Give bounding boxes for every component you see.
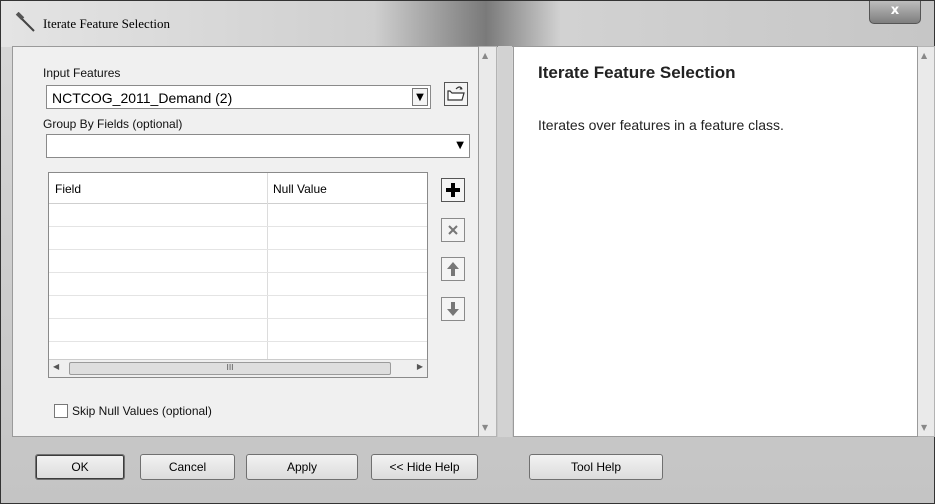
move-up-button[interactable] <box>441 257 465 281</box>
parameters-pane: Input Features NCTCOG_2011_Demand (2) ▼ … <box>12 46 479 437</box>
skip-null-label: Skip Null Values (optional) <box>72 404 212 418</box>
skip-null-checkbox[interactable] <box>54 404 68 418</box>
table-row <box>49 249 427 250</box>
chevron-down-icon[interactable]: ▼ <box>412 88 428 106</box>
input-features-label: Input Features <box>43 66 121 80</box>
table-row <box>49 318 427 319</box>
cancel-button[interactable]: Cancel <box>140 454 235 480</box>
input-features-combo[interactable]: NCTCOG_2011_Demand (2) ▼ <box>46 85 431 109</box>
left-vertical-scrollbar[interactable]: ▲ ▼ <box>479 46 497 437</box>
input-features-value: NCTCOG_2011_Demand (2) <box>52 90 233 106</box>
right-vertical-scrollbar[interactable]: ▲ ▼ <box>918 46 935 437</box>
help-title: Iterate Feature Selection <box>538 63 736 82</box>
scroll-down-icon[interactable]: ▼ <box>921 423 927 432</box>
apply-button[interactable]: Apply <box>246 454 358 480</box>
ok-button[interactable]: OK <box>35 454 125 480</box>
tool-help-button[interactable]: Tool Help <box>529 454 663 480</box>
title-bar: Iterate Feature Selection x <box>1 1 934 47</box>
scroll-up-icon[interactable]: ▲ <box>482 51 488 60</box>
field-table[interactable]: Field Null Value ◀ III ▶ <box>48 172 428 378</box>
add-button[interactable] <box>441 178 465 202</box>
move-down-button[interactable] <box>441 297 465 321</box>
group-by-combo[interactable]: ▼ <box>46 134 470 158</box>
hammer-icon <box>15 12 35 32</box>
scroll-right-icon[interactable]: ▶ <box>417 362 423 371</box>
table-row <box>49 226 427 227</box>
x-icon <box>448 225 458 235</box>
hide-help-button[interactable]: << Hide Help <box>371 454 478 480</box>
table-row <box>49 341 427 342</box>
pane-splitter[interactable] <box>498 46 512 437</box>
horizontal-scrollbar[interactable]: ◀ III ▶ <box>49 359 427 377</box>
scroll-down-icon[interactable]: ▼ <box>482 423 488 432</box>
help-pane: Iterate Feature Selection Iterates over … <box>513 46 918 437</box>
chevron-down-icon[interactable]: ▼ <box>456 140 464 151</box>
remove-button[interactable] <box>441 218 465 242</box>
arrow-up-icon <box>447 262 459 276</box>
column-null-value: Null Value <box>273 182 327 196</box>
column-divider <box>267 173 268 361</box>
table-row <box>49 295 427 296</box>
table-header: Field Null Value <box>49 173 427 204</box>
table-row <box>49 272 427 273</box>
scroll-left-icon[interactable]: ◀ <box>53 362 59 371</box>
folder-open-icon <box>447 86 465 101</box>
group-by-label: Group By Fields (optional) <box>43 117 183 131</box>
arrow-down-icon <box>447 302 459 316</box>
close-button[interactable]: x <box>869 1 921 24</box>
scroll-up-icon[interactable]: ▲ <box>921 51 927 60</box>
help-description: Iterates over features in a feature clas… <box>538 117 784 133</box>
column-field: Field <box>55 182 82 196</box>
iterate-feature-selection-dialog: Iterate Feature Selection x Input Featur… <box>0 0 935 504</box>
plus-icon <box>446 183 460 197</box>
window-title: Iterate Feature Selection <box>43 16 171 31</box>
browse-button[interactable] <box>444 82 468 106</box>
scroll-thumb[interactable]: III <box>69 362 391 375</box>
